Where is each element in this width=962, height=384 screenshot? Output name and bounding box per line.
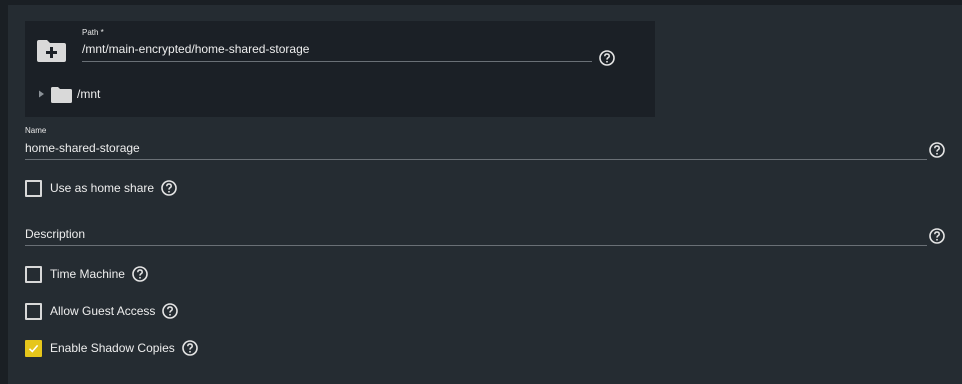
- tree-node-label: /mnt: [77, 87, 101, 101]
- path-input[interactable]: /mnt/main-encrypted/home-shared-storage: [82, 41, 592, 62]
- guest-access-checkbox[interactable]: [25, 302, 42, 320]
- shadow-copies-option[interactable]: Enable Shadow Copies: [25, 338, 198, 358]
- path-explorer: Path * /mnt/main-encrypted/home-shared-s…: [25, 21, 655, 117]
- name-label: Name: [25, 126, 47, 135]
- help-icon[interactable]: [599, 50, 615, 66]
- smb-share-form: Path * /mnt/main-encrypted/home-shared-s…: [8, 5, 962, 384]
- help-icon[interactable]: [181, 340, 198, 356]
- help-icon[interactable]: [929, 142, 945, 158]
- triangle-right-icon[interactable]: [36, 89, 46, 99]
- time-machine-option[interactable]: Time Machine: [25, 264, 148, 284]
- help-icon[interactable]: [132, 266, 148, 282]
- help-icon[interactable]: [162, 303, 179, 319]
- tree-node-mnt[interactable]: /mnt: [36, 84, 100, 104]
- shadow-copies-label: Enable Shadow Copies: [50, 341, 175, 355]
- time-machine-checkbox[interactable]: [25, 265, 42, 283]
- time-machine-label: Time Machine: [50, 267, 125, 281]
- home-share-option[interactable]: Use as home share: [25, 178, 177, 198]
- help-icon[interactable]: [929, 228, 945, 244]
- guest-access-label: Allow Guest Access: [50, 304, 156, 318]
- guest-access-option[interactable]: Allow Guest Access: [25, 301, 179, 321]
- help-icon[interactable]: [161, 180, 177, 196]
- name-input[interactable]: home-shared-storage: [25, 139, 927, 160]
- folder-icon: [51, 86, 72, 103]
- check-icon: [28, 344, 39, 353]
- home-share-label: Use as home share: [50, 181, 155, 195]
- shadow-copies-checkbox[interactable]: [25, 339, 42, 357]
- home-share-checkbox[interactable]: [25, 179, 42, 197]
- path-label: Path *: [82, 28, 104, 37]
- folder-plus-icon[interactable]: [36, 38, 67, 63]
- description-input[interactable]: Description: [25, 225, 927, 246]
